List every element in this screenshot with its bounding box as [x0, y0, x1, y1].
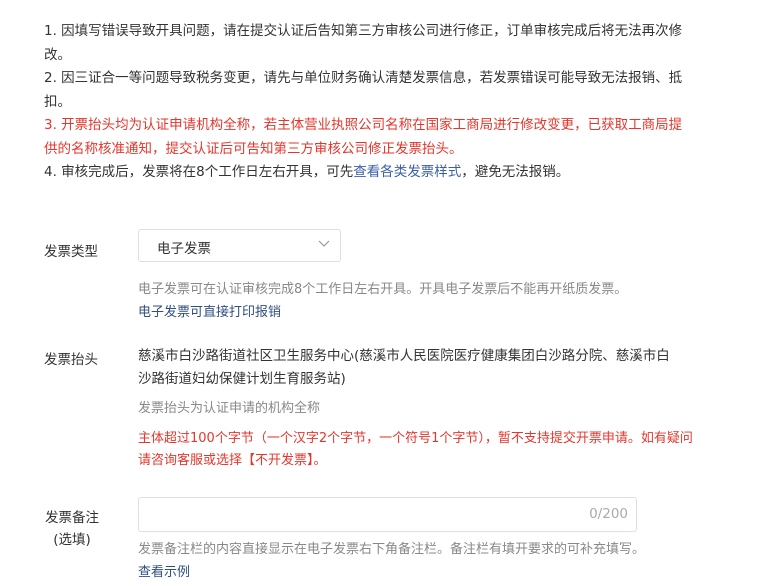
invoice-remark-optional-text: (选填)	[53, 532, 91, 548]
invoice-title-warning: 主体超过100个字节（一个汉字2个字节，一个符号1个字节），暂不支持提交开票申请…	[138, 431, 693, 468]
invoice-title-value: 慈溪市白沙路街道社区卫生服务中心(慈溪市人民医院医疗健康集团白沙路分院、慈溪市白…	[138, 348, 670, 387]
invoice-type-select[interactable]: 电子发票	[138, 229, 341, 262]
notice-item-4-suffix: ，避免无法报销。	[461, 164, 570, 180]
view-invoice-styles-link[interactable]: 查看各类发票样式	[353, 164, 461, 180]
invoice-title-hint: 发票抬头为认证申请的机构全称	[138, 401, 321, 416]
notice-item-2: 2. 因三证合一等问题导致税务变更，请先与单位财务确认清楚发票信息，若发票错误可…	[44, 70, 683, 110]
invoice-remark-input[interactable]: 0/200	[138, 497, 637, 532]
notice-item-4-prefix: 4. 审核完成后，发票将在8个工作日左右开具，可先	[44, 164, 354, 180]
invoice-remark-hint-text: 发票备注栏的内容直接显示在电子发票右下角备注栏。备注栏有填开要求的可补充填写。	[138, 542, 646, 557]
invoice-type-hint-print: 电子发票可直接打印报销	[138, 305, 282, 320]
notice-item-4: 4. 审核完成后，发票将在8个工作日左右开具，可先查看各类发票样式，避免无法报销…	[44, 161, 684, 185]
notice-list: 1. 因填写错误导致开具问题，请在提交认证后告知第三方审核公司进行修正，订单审核…	[44, 20, 684, 185]
chevron-down-icon	[318, 240, 330, 247]
notice-item-1: 1. 因填写错误导致开具问题，请在提交认证后告知第三方审核公司进行修正，订单审核…	[44, 23, 683, 63]
notice-item-3: 3. 开票抬头均为认证申请机构全称，若主体营业执照公司名称在国家工商局进行修改变…	[44, 117, 683, 157]
invoice-remark-label: 发票备注 (选填)	[40, 507, 104, 551]
view-example-link[interactable]: 查看示例	[138, 561, 698, 584]
invoice-remark-label-text: 发票备注	[45, 510, 99, 526]
invoice-type-hint: 电子发票可在认证审核完成8个工作日左右开具。开具电子发票后不能再开纸质发票。 电…	[138, 278, 698, 324]
invoice-type-hint-text: 电子发票可在认证审核完成8个工作日左右开具。开具电子发票后不能再开纸质发票。	[138, 282, 628, 297]
invoice-type-label: 发票类型	[44, 244, 98, 260]
invoice-remark-char-counter: 0/200	[589, 506, 628, 522]
invoice-title-label: 发票抬头	[44, 352, 98, 368]
invoice-remark-hint: 发票备注栏的内容直接显示在电子发票右下角备注栏。备注栏有填开要求的可补充填写。 …	[138, 538, 698, 584]
invoice-form-page: 1. 因填写错误导致开具问题，请在提交认证后告知第三方审核公司进行修正，订单审核…	[0, 0, 757, 586]
invoice-type-selected-value: 电子发票	[157, 241, 211, 257]
